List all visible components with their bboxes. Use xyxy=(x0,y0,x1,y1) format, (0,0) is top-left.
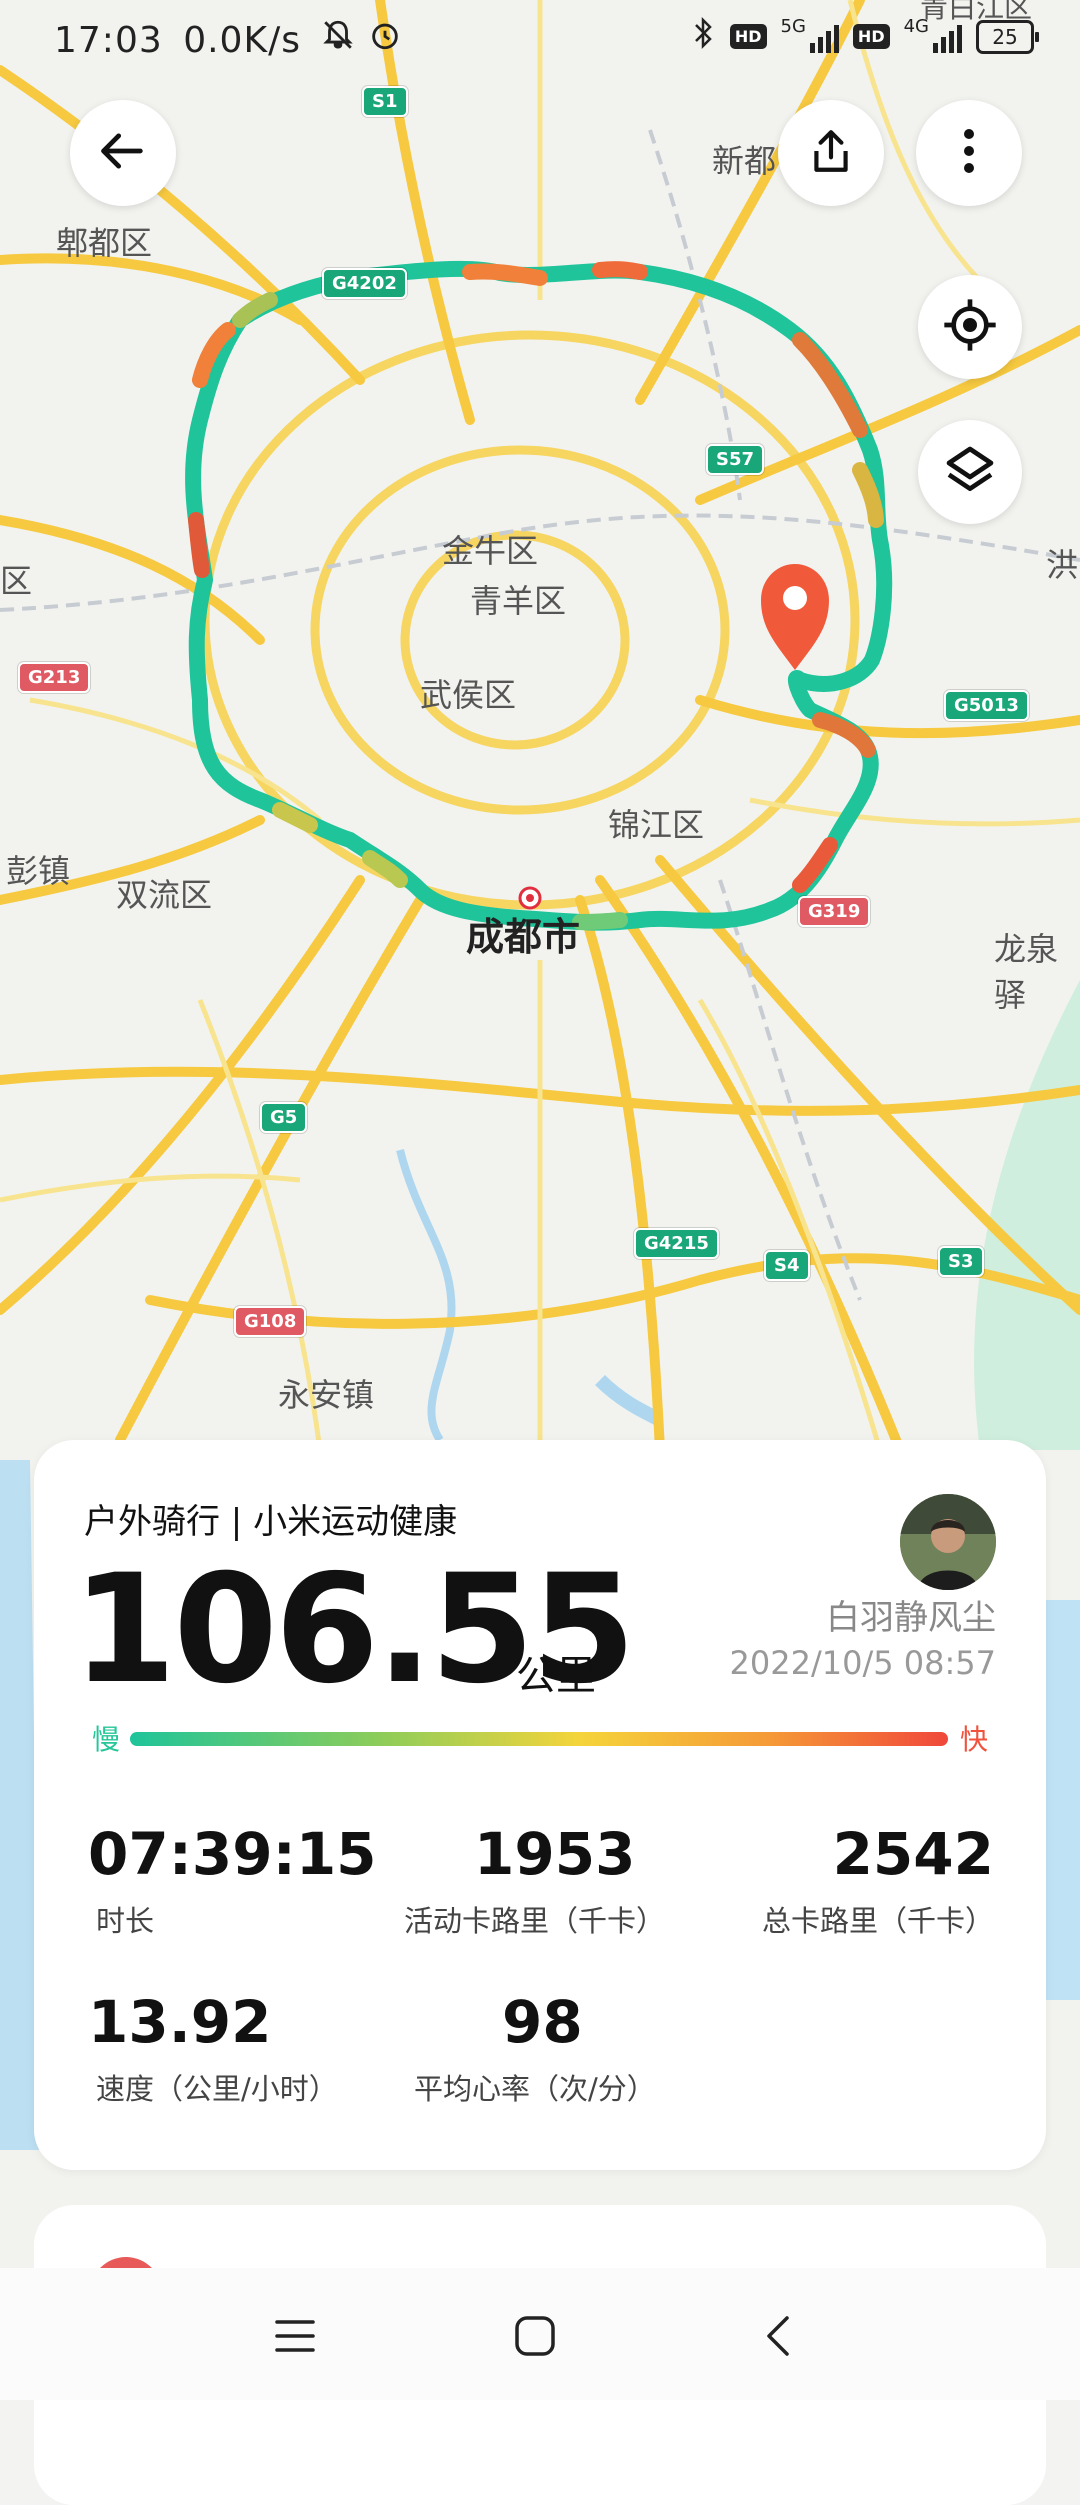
fast-label: 快 xyxy=(959,1723,988,1756)
back-nav-icon xyxy=(763,2314,793,2362)
distance-unit: 公里 xyxy=(516,1653,596,1699)
home-icon xyxy=(513,2314,557,2362)
duration-value: 07:39:15 xyxy=(88,1820,377,1888)
road-shield: G319 xyxy=(798,896,871,927)
speed-gradient-bar xyxy=(130,1732,948,1746)
map-label-pidu: 郫都区 xyxy=(56,224,153,262)
more-button[interactable] xyxy=(916,100,1022,206)
map-label-qingyang: 青羊区 xyxy=(470,582,567,620)
hd-icon: HD xyxy=(729,24,767,49)
map-label-wuhou: 武侯区 xyxy=(420,676,517,714)
signal-4g-label: 4G xyxy=(903,16,929,37)
total-calories-value: 2542 xyxy=(832,1820,994,1888)
heart-rate-value: 98 xyxy=(502,1988,583,2056)
map-label-xindu: 新都 xyxy=(712,142,777,180)
status-time: 17:03 0.0K/s xyxy=(54,18,402,61)
speed-value: 13.92 xyxy=(88,1988,272,2056)
active-calories-value: 1953 xyxy=(474,1820,636,1888)
signal-5g-label: 5G xyxy=(780,16,806,37)
duration-label: 时长 xyxy=(96,1904,155,1938)
locate-button[interactable] xyxy=(918,275,1022,379)
activity-datetime: 2022/10/5 08:57 xyxy=(729,1644,996,1682)
map-label-left-edge: 区 xyxy=(0,562,33,600)
heart-rate-label: 平均心率（次/分） xyxy=(414,2072,656,2106)
road-shield: S4 xyxy=(764,1250,810,1281)
road-shield: S1 xyxy=(362,86,408,117)
road-shield: G5 xyxy=(260,1102,308,1133)
alarm-icon xyxy=(368,20,402,61)
status-icons: HD 5G HD 4G 25 xyxy=(692,16,1039,57)
back-nav-button[interactable] xyxy=(748,2308,808,2368)
battery-icon: 25 xyxy=(976,19,1039,54)
total-calories-label: 总卡路里（千卡） xyxy=(761,1904,994,1938)
signal-icon xyxy=(809,21,839,53)
map-label-hong: 洪 xyxy=(1046,546,1079,584)
road-shield: G4215 xyxy=(634,1228,719,1259)
mute-bell-icon xyxy=(321,20,367,61)
road-shield: G4202 xyxy=(322,268,407,299)
layers-icon xyxy=(942,442,998,502)
hd-icon: HD xyxy=(852,24,890,49)
locate-icon xyxy=(942,297,998,357)
road-shield: G5013 xyxy=(944,690,1029,721)
activity-summary-card: 户外骑行 | 小米运动健康 106.55 公里 白羽静风尘 2022/10/5 … xyxy=(34,1440,1046,2170)
map-label-yongan: 永安镇 xyxy=(278,1376,375,1414)
menu-button[interactable] xyxy=(265,2308,325,2368)
activity-type: 户外骑行 | 小米运动健康 xyxy=(84,1502,458,1542)
back-icon xyxy=(97,125,149,181)
map-label-jinjiang: 锦江区 xyxy=(608,806,705,844)
more-icon xyxy=(962,126,976,180)
system-navigation-bar xyxy=(0,2268,1080,2400)
map-label-jinniu: 金牛区 xyxy=(442,532,539,570)
back-button[interactable] xyxy=(70,100,176,206)
active-calories-label: 活动卡路里（千卡） xyxy=(404,1904,666,1938)
clock: 17:03 xyxy=(54,20,163,61)
avatar[interactable] xyxy=(900,1494,996,1590)
menu-icon xyxy=(273,2316,317,2360)
road-shield: S57 xyxy=(706,444,765,475)
road-shield: G213 xyxy=(18,662,91,693)
status-bar: 17:03 0.0K/s HD 5G HD 4G 25 xyxy=(0,0,1080,80)
road-shield: S3 xyxy=(938,1246,984,1277)
share-button[interactable] xyxy=(778,100,884,206)
share-icon xyxy=(806,126,856,180)
road-shield: G108 xyxy=(234,1306,307,1337)
bluetooth-icon xyxy=(692,16,716,57)
layers-button[interactable] xyxy=(918,420,1022,524)
username: 白羽静风尘 xyxy=(826,1598,996,1638)
map-label-chengdu: 成都市 xyxy=(466,915,581,959)
map-label-longquan: 龙泉驿 xyxy=(994,930,1059,1014)
signal-icon xyxy=(933,21,962,53)
network-speed: 0.0K/s xyxy=(183,20,301,61)
map-label-pengzhen: 彭镇 xyxy=(6,852,71,890)
slow-label: 慢 xyxy=(92,1723,121,1756)
map-label-shuangliu: 双流区 xyxy=(116,876,213,914)
speed-label: 速度（公里/小时） xyxy=(96,2072,338,2106)
home-button[interactable] xyxy=(505,2308,565,2368)
